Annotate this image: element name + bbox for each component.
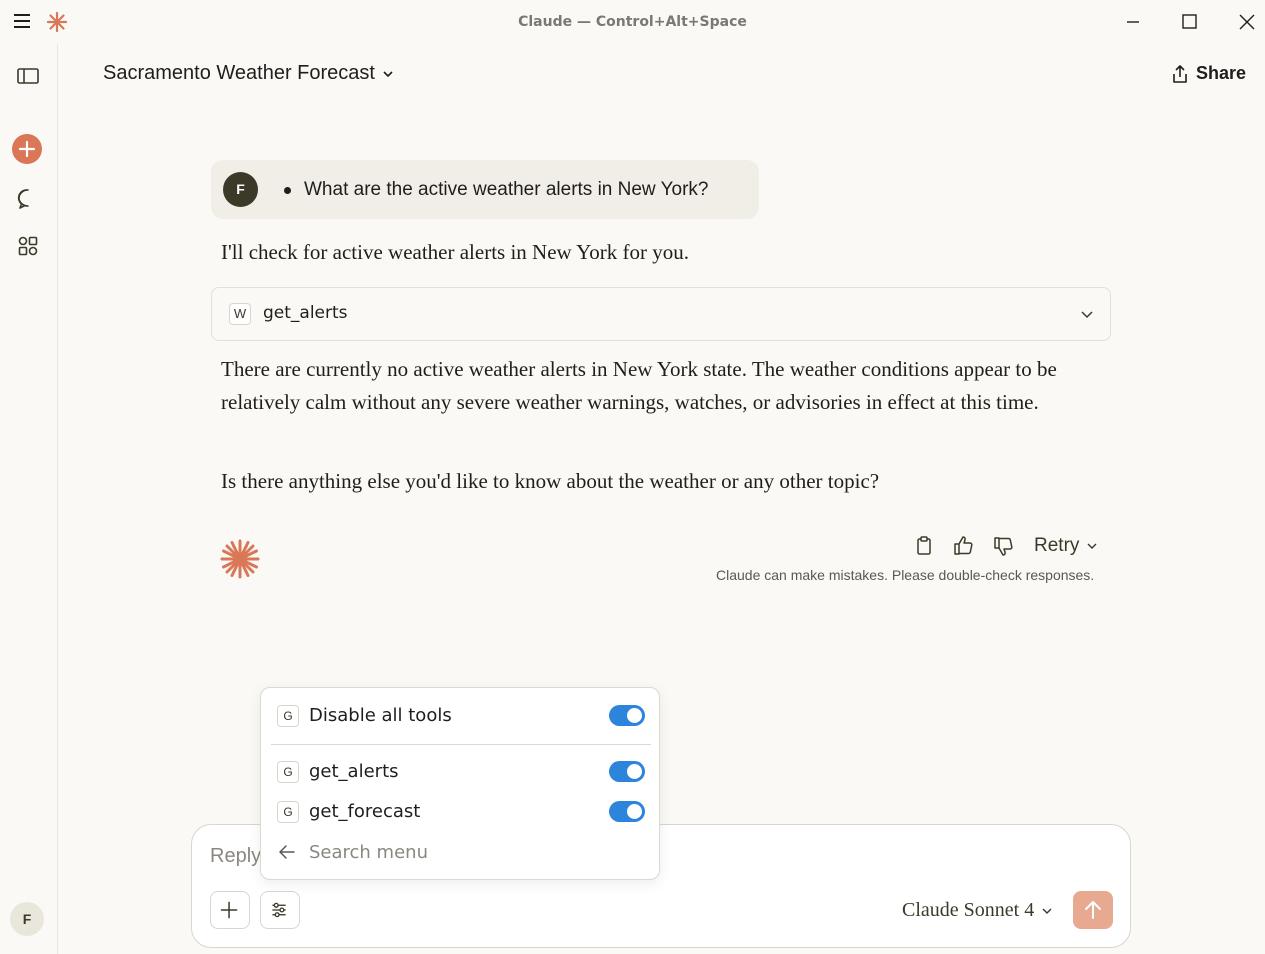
- conversation-title[interactable]: Sacramento Weather Forecast: [103, 62, 395, 85]
- assistant-answer: There are currently no active weather al…: [221, 357, 1057, 414]
- conversation-title-text: Sacramento Weather Forecast: [103, 62, 375, 84]
- tool-badge: W: [229, 303, 251, 325]
- projects-icon[interactable]: [16, 234, 40, 258]
- menu-search: [261, 832, 659, 872]
- tool-badge: G: [277, 801, 299, 823]
- user-avatar[interactable]: F: [10, 902, 44, 936]
- menu-divider: [271, 744, 651, 745]
- minimize-icon[interactable]: [1121, 10, 1145, 34]
- tools-button[interactable]: [260, 891, 300, 929]
- close-icon[interactable]: [1235, 10, 1259, 34]
- share-icon: [1173, 64, 1187, 83]
- user-message: F What are the active weather alerts in …: [211, 160, 759, 219]
- chevron-down-icon: [383, 70, 393, 77]
- model-selector[interactable]: Claude Sonnet 4: [902, 899, 1054, 922]
- tool-call-name: get_alerts: [263, 303, 348, 323]
- arrow-left-icon[interactable]: [277, 842, 297, 862]
- tool-item-disable-all[interactable]: G Disable all tools: [261, 696, 659, 736]
- bullet-point: [284, 187, 291, 194]
- sidebar: F: [0, 44, 58, 954]
- new-chat-button[interactable]: [12, 134, 42, 164]
- add-attachment-button[interactable]: [210, 891, 250, 929]
- copy-icon[interactable]: [912, 534, 936, 558]
- share-button[interactable]: Share: [1170, 63, 1246, 84]
- tools-menu: G Disable all tools G get_alerts G get_f…: [260, 687, 660, 880]
- chevron-down-icon: [1042, 908, 1052, 914]
- tool-badge: G: [277, 761, 299, 783]
- retry-label: Retry: [1034, 535, 1080, 556]
- sidebar-toggle-icon[interactable]: [16, 64, 40, 88]
- new-chat-icon: [18, 140, 36, 158]
- toggle-switch[interactable]: [609, 705, 645, 726]
- assistant-question: Is there anything else you'd like to kno…: [221, 469, 880, 493]
- chats-icon[interactable]: [16, 187, 40, 211]
- toggle-switch[interactable]: [609, 801, 645, 822]
- model-name: Claude Sonnet 4: [902, 899, 1035, 921]
- tool-item-label: get_forecast: [309, 801, 421, 822]
- retry-button[interactable]: Retry: [1034, 535, 1099, 557]
- arrow-up-icon: [1085, 901, 1101, 919]
- user-message-text: What are the active weather alerts in Ne…: [304, 179, 709, 200]
- message-actions: Retry: [912, 534, 1099, 558]
- window-title: Claude — Control+Alt+Space: [518, 14, 747, 30]
- thumbs-down-icon[interactable]: [992, 534, 1016, 558]
- title-bar: Claude — Control+Alt+Space: [0, 0, 1265, 44]
- menu-search-input[interactable]: [309, 838, 629, 866]
- maximize-icon[interactable]: [1177, 10, 1201, 34]
- chevron-down-icon: [1087, 543, 1097, 549]
- plus-icon: [220, 901, 238, 919]
- tool-item-label: Disable all tools: [309, 705, 452, 726]
- share-label: Share: [1196, 63, 1247, 83]
- claude-spark-icon: [220, 539, 260, 579]
- disclaimer-text: Claude can make mistakes. Please double-…: [716, 567, 1095, 583]
- thumbs-up-icon[interactable]: [952, 534, 976, 558]
- tool-item-label: get_alerts: [309, 761, 399, 782]
- tool-badge: G: [277, 705, 299, 727]
- toggle-switch[interactable]: [609, 761, 645, 782]
- send-button[interactable]: [1073, 891, 1113, 929]
- sliders-icon: [272, 902, 286, 918]
- user-message-avatar: F: [223, 172, 258, 207]
- chevron-down-icon: [1081, 311, 1093, 319]
- tool-call-block[interactable]: W get_alerts: [211, 287, 1111, 341]
- assistant-intro: I'll check for active weather alerts in …: [221, 240, 689, 264]
- tool-item-get-forecast[interactable]: G get_forecast: [261, 792, 659, 832]
- tool-item-get-alerts[interactable]: G get_alerts: [261, 752, 659, 792]
